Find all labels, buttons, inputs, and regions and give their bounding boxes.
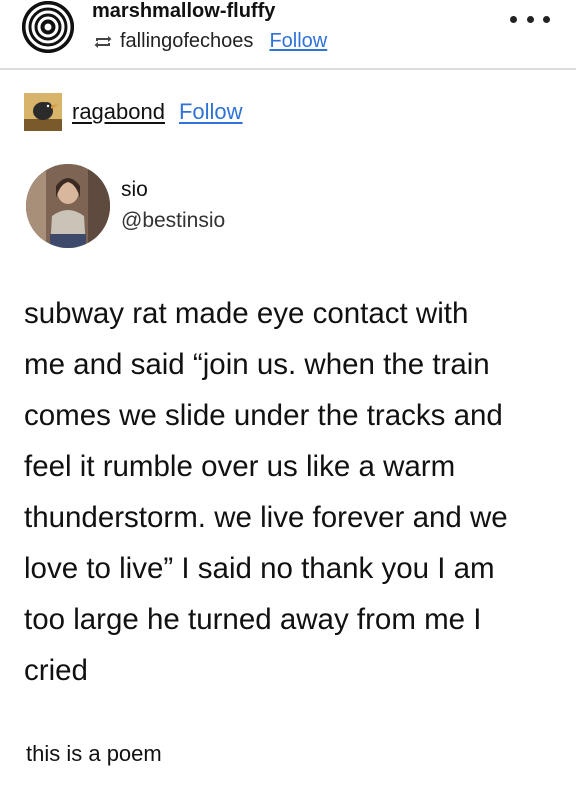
reblogger-row: ragabond Follow [24,92,243,132]
tweet-author-avatar[interactable] [26,164,110,248]
follow-button[interactable]: Follow [269,30,327,53]
tweet-text-line: love to live” I said no thank you I am [24,552,495,585]
spiral-avatar-icon [22,1,74,53]
tweet-text: subway rat made eye contact with me and … [24,288,569,696]
more-options-icon[interactable] [510,8,550,30]
tweet-text-line: thunderstorm. we live forever and we [24,501,508,534]
tweet-author-handle[interactable]: @bestinsio [121,209,225,233]
reblogger-avatar[interactable] [24,93,62,131]
reblog-row: fallingofechoes Follow [92,30,327,53]
reblog-icon [92,33,114,51]
tweet-text-line: comes we slide under the tracks and [24,399,503,432]
reblogger-username[interactable]: ragabond [72,99,165,125]
post-caption: this is a poem [26,741,162,766]
tweet-text-line: feel it rumble over us like a warm [24,450,456,483]
tweet-text-line: subway rat made eye contact with [24,297,469,330]
reblogger-follow-button[interactable]: Follow [179,99,243,125]
reblogged-from-username[interactable]: fallingofechoes [120,30,253,53]
tweet-text-line: cried [24,654,88,687]
bird-avatar-icon [24,93,62,131]
tweet-text-line: too large he turned away from me I [24,603,482,636]
more-dot [526,15,534,23]
tweet-text-line: me and said “join us. when the train [24,348,490,381]
header-divider [0,68,576,70]
more-dot [510,15,517,23]
header-avatar[interactable] [22,1,74,53]
post-header: marshmallow-fluffy fallingofechoes Follo… [0,0,576,68]
header-username[interactable]: marshmallow-fluffy [92,0,275,23]
tweet-author-name[interactable]: sio [121,178,148,202]
more-dot [543,15,550,23]
person-photo-icon [26,164,110,248]
